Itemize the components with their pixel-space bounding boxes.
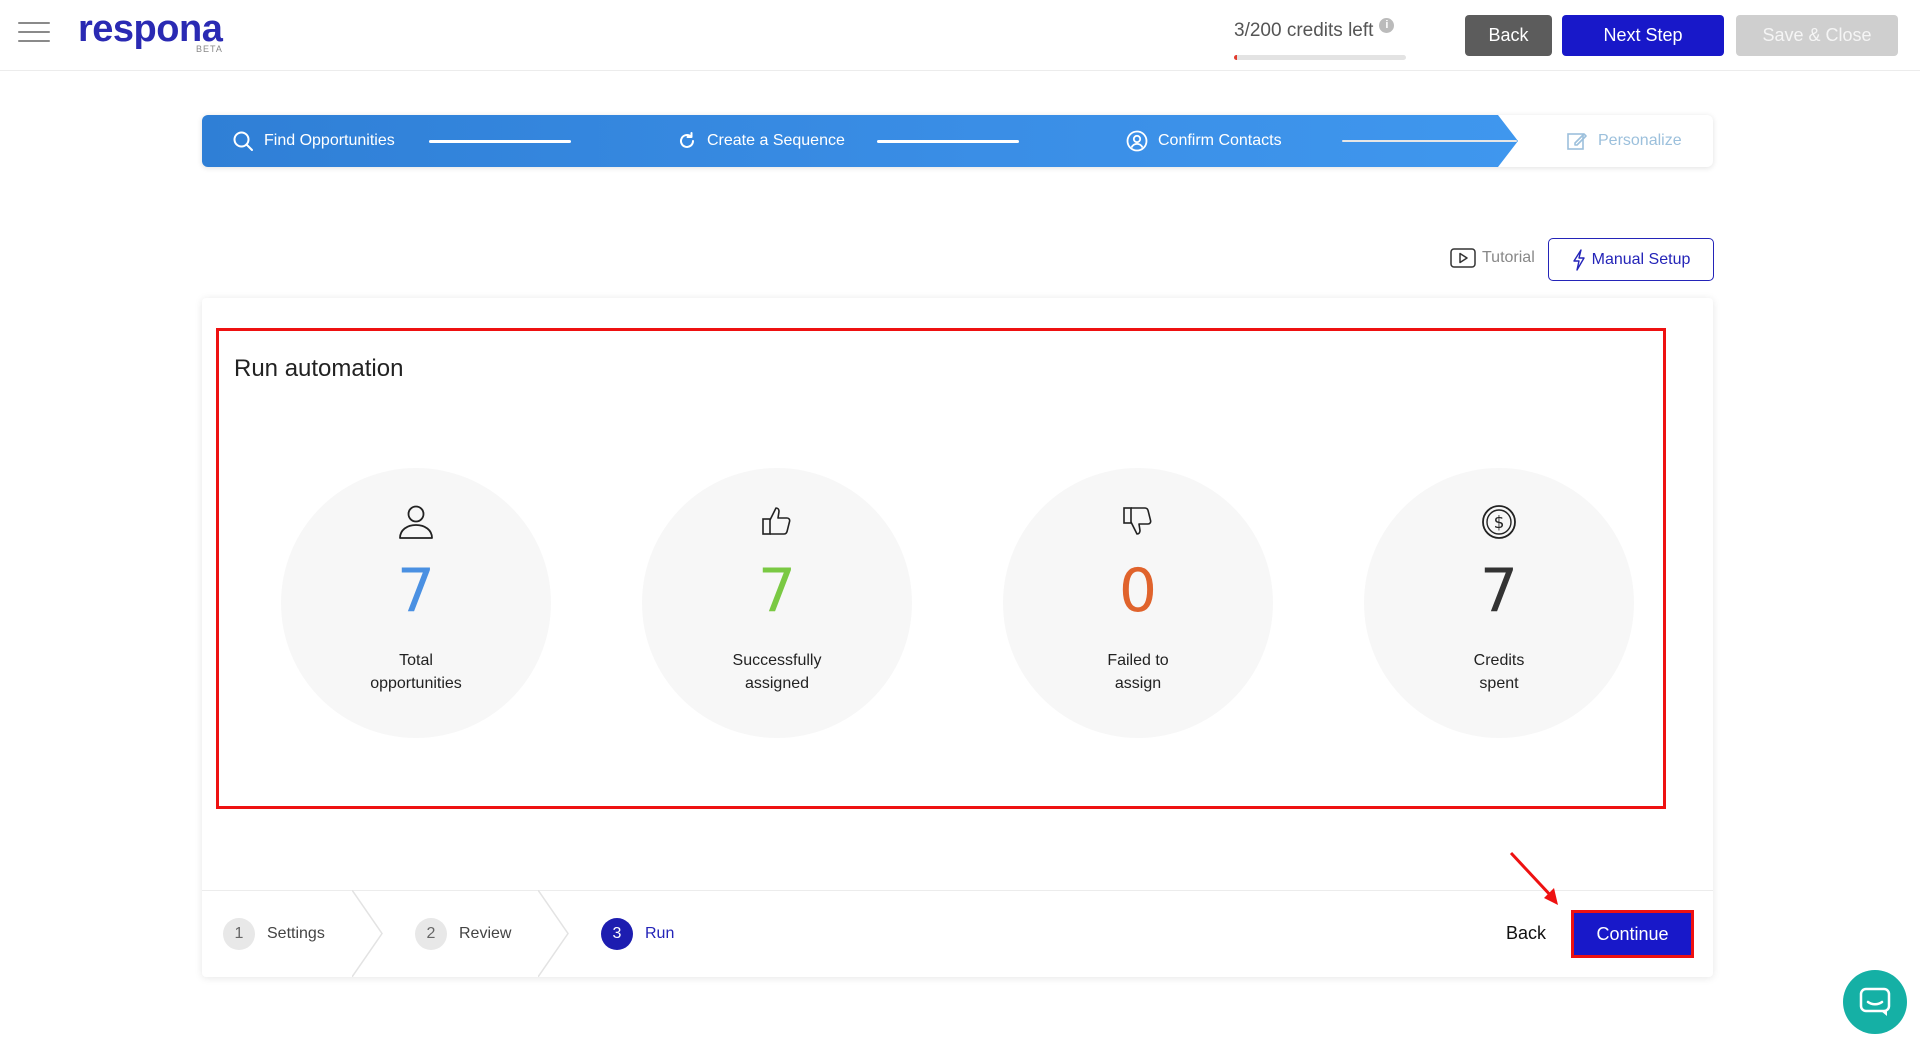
- thumbs-up-icon: [642, 504, 912, 538]
- step-create-sequence[interactable]: Create a Sequence: [677, 115, 845, 167]
- step-confirm-contacts[interactable]: Confirm Contacts: [1126, 115, 1282, 167]
- stat-total-opportunities: 7 Total opportunities: [281, 468, 551, 738]
- tab-label: Settings: [267, 925, 325, 942]
- tab-review[interactable]: 2 Review: [415, 918, 511, 950]
- edit-icon: [1566, 130, 1588, 152]
- manual-setup-button[interactable]: Manual Setup: [1548, 238, 1714, 281]
- manual-setup-label: Manual Setup: [1591, 250, 1691, 268]
- red-arrow-annotation-icon: [1509, 851, 1558, 905]
- step-label: Create a Sequence: [707, 132, 845, 149]
- campaign-stepper: Find Opportunities Create a Sequence Con…: [202, 115, 1713, 167]
- header-back-button[interactable]: Back: [1465, 15, 1552, 56]
- tab-number: 3: [601, 918, 633, 950]
- chat-icon: [1859, 987, 1891, 1016]
- credits-progress-bar: [1234, 55, 1406, 60]
- stat-failed-to-assign: 0 Failed to assign: [1003, 468, 1273, 738]
- next-step-button[interactable]: Next Step: [1562, 15, 1724, 56]
- stat-label: Failed to assign: [1107, 652, 1169, 692]
- tab-number: 1: [223, 918, 255, 950]
- stat-label: Successfully assigned: [732, 652, 822, 692]
- chevron-separator-icon: [352, 890, 383, 977]
- user-circle-icon: [1126, 130, 1148, 152]
- step-find-opportunities[interactable]: Find Opportunities: [232, 115, 395, 167]
- step-connector: [429, 140, 571, 143]
- tab-run[interactable]: 3 Run: [601, 918, 674, 950]
- stat-successfully-assigned: 7 Successfully assigned: [642, 468, 912, 738]
- stat-credits-spent: $ 7 Credits spent: [1364, 468, 1634, 738]
- continue-button[interactable]: Continue: [1571, 910, 1694, 958]
- step-personalize[interactable]: Personalize: [1566, 115, 1682, 167]
- top-header: respona BETA 3/200 credits left i Back Ne…: [0, 0, 1920, 71]
- refresh-icon: [677, 131, 697, 151]
- page-title: Run automation: [234, 355, 404, 382]
- lightning-icon: [1572, 248, 1586, 271]
- footer-back-button[interactable]: Back: [1506, 923, 1546, 944]
- tab-label: Run: [645, 925, 675, 942]
- hamburger-menu-icon[interactable]: [18, 22, 50, 44]
- tab-settings[interactable]: 1 Settings: [223, 918, 325, 950]
- info-icon[interactable]: i: [1379, 18, 1395, 33]
- step-label: Find Opportunities: [264, 132, 395, 149]
- credits-counter: 3/200 credits left i: [1234, 18, 1395, 42]
- search-icon: [232, 130, 254, 152]
- tab-label: Review: [459, 925, 512, 942]
- tab-number: 2: [415, 918, 447, 950]
- step-label: Confirm Contacts: [1158, 132, 1282, 149]
- logo-beta-badge: BETA: [196, 44, 223, 54]
- stat-value: 0: [1118, 556, 1158, 626]
- stat-value: 7: [396, 556, 436, 626]
- dollar-coin-icon: $: [1364, 504, 1634, 540]
- user-icon: [281, 504, 551, 540]
- chat-widget-button[interactable]: [1843, 970, 1907, 1034]
- tutorial-link[interactable]: Tutorial: [1450, 248, 1535, 268]
- stat-label: Total opportunities: [370, 652, 462, 692]
- tutorial-label: Tutorial: [1482, 249, 1535, 266]
- svg-text:$: $: [1494, 513, 1505, 533]
- video-play-icon: [1450, 248, 1476, 268]
- stepper-progress: [202, 115, 1518, 167]
- stat-value: 7: [757, 556, 797, 626]
- save-close-button[interactable]: Save & Close: [1736, 15, 1898, 56]
- step-label: Personalize: [1598, 132, 1682, 149]
- stat-value: 7: [1479, 556, 1519, 626]
- step-connector: [1342, 140, 1517, 142]
- footer-divider: [202, 890, 1713, 891]
- chevron-separator-icon: [538, 890, 569, 977]
- stat-label: Credits spent: [1473, 652, 1525, 692]
- credits-progress-fill: [1234, 55, 1237, 60]
- thumbs-down-icon: [1003, 504, 1273, 538]
- credits-text: 3/200 credits left: [1234, 20, 1374, 41]
- step-connector: [877, 140, 1019, 143]
